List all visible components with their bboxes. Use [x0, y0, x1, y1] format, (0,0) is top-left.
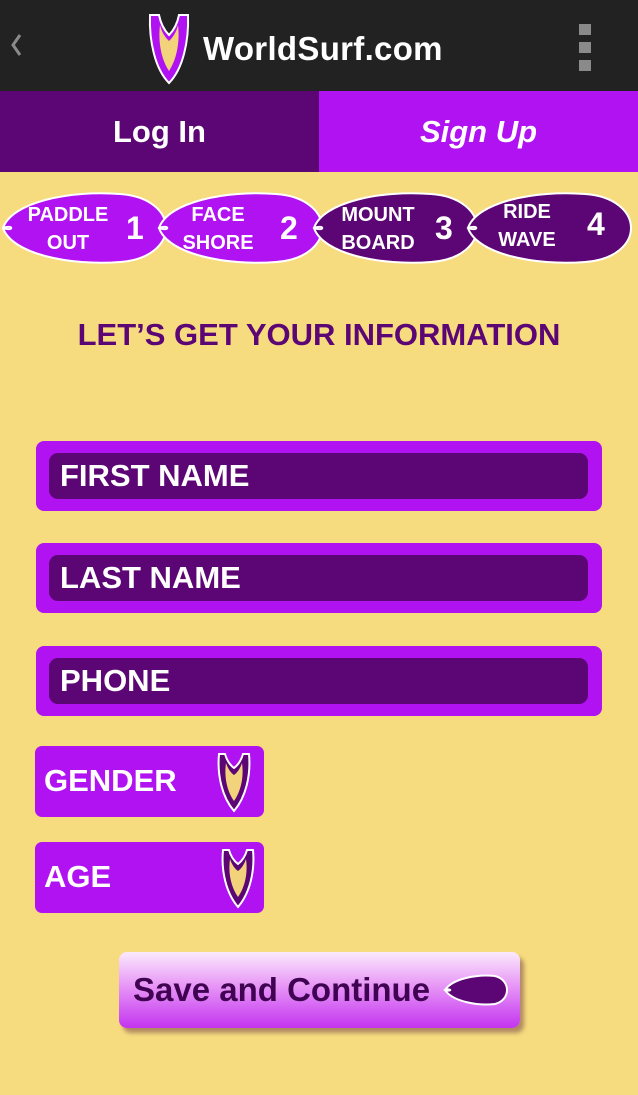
step-label: FACE SHORE	[182, 204, 254, 254]
step-number: 1	[126, 210, 144, 246]
app-bar: WorldSurf.com	[0, 0, 638, 91]
step-ride-wave[interactable]: RIDE WAVE 4	[465, 184, 635, 272]
step-number: 4	[587, 206, 605, 242]
first-name-input[interactable]	[49, 453, 588, 499]
first-name-field-frame	[36, 441, 602, 511]
surfboard-arrow-icon	[443, 974, 509, 1006]
page-heading: LET’S GET YOUR INFORMATION	[77, 317, 561, 352]
chevron-left-icon[interactable]	[4, 22, 28, 68]
tab-log-in[interactable]: Log In	[0, 91, 319, 172]
last-name-field-frame	[36, 543, 602, 613]
save-and-continue-button[interactable]: Save and Continue	[119, 952, 520, 1028]
last-name-input[interactable]	[49, 555, 588, 601]
auth-tabs: Log In Sign Up	[0, 91, 638, 172]
tab-sign-up[interactable]: Sign Up	[319, 91, 638, 172]
progress-steps: PADDLE OUT 1 FACE SHORE 2 MOUNT BOARD 3 …	[0, 184, 638, 272]
phone-field-frame	[36, 646, 602, 716]
step-label: PADDLE OUT	[27, 204, 109, 254]
surfboard-dropdown-icon	[221, 849, 255, 909]
overflow-menu-icon[interactable]	[572, 22, 598, 72]
step-label: MOUNT BOARD	[341, 204, 415, 254]
save-button-label: Save and Continue	[133, 971, 431, 1008]
age-select-label: AGE	[44, 859, 112, 894]
age-select[interactable]: AGE	[35, 842, 264, 913]
gender-select[interactable]: GENDER	[35, 746, 264, 817]
step-face-shore[interactable]: FACE SHORE 2	[156, 184, 326, 272]
phone-input[interactable]	[49, 658, 588, 704]
surfboard-logo-icon	[148, 14, 190, 85]
gender-select-label: GENDER	[44, 763, 177, 798]
step-mount-board[interactable]: MOUNT BOARD 3	[311, 184, 481, 272]
step-number: 3	[435, 210, 453, 246]
step-label: RIDE WAVE	[498, 201, 556, 251]
surfboard-dropdown-icon	[217, 753, 251, 813]
app-title: WorldSurf.com	[203, 30, 443, 67]
step-number: 2	[280, 210, 298, 246]
step-paddle-out[interactable]: PADDLE OUT 1	[0, 184, 170, 272]
